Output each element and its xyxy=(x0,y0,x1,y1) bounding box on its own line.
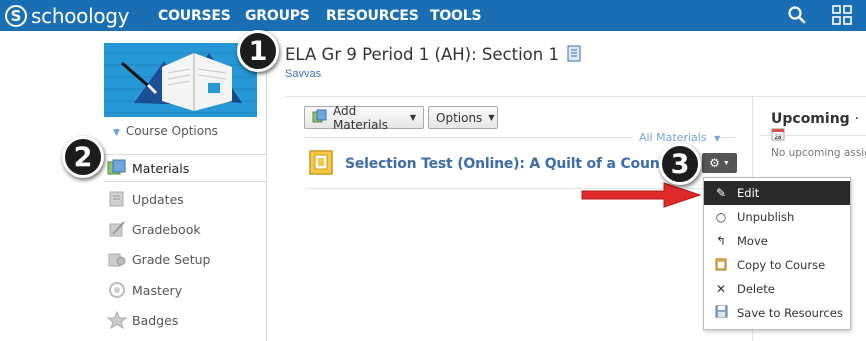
updates-icon xyxy=(107,190,127,208)
material-actions-button[interactable]: ⚙ ▼ xyxy=(702,153,737,173)
notebook-icon[interactable] xyxy=(567,45,581,66)
nav-resources[interactable]: RESOURCES xyxy=(326,8,419,24)
menu-item-label: Save to Resources xyxy=(737,306,843,320)
badges-icon xyxy=(106,310,128,330)
test-icon xyxy=(309,150,333,175)
callout-badge-3: 3 xyxy=(659,143,701,185)
options-label: Options xyxy=(436,110,483,125)
course-options-label: Course Options xyxy=(125,124,218,138)
course-subtitle-link[interactable]: Savvas xyxy=(285,68,321,80)
menu-item-edit[interactable]: ✎ Edit xyxy=(704,181,850,205)
circle-icon: ○ xyxy=(715,210,727,224)
separator-dot: · xyxy=(854,111,860,127)
grid-icon[interactable] xyxy=(832,5,852,28)
add-materials-button[interactable]: Add Materials ▼ xyxy=(304,103,424,132)
delete-icon: ✕ xyxy=(715,282,727,296)
sidebar-item-label: Badges xyxy=(132,312,179,328)
grade-setup-icon xyxy=(107,250,127,268)
add-materials-icon xyxy=(312,109,327,126)
sidebar-item-label: Materials xyxy=(132,160,190,176)
gear-icon: ⚙ xyxy=(709,156,720,170)
sidebar-item-updates[interactable]: Updates xyxy=(104,185,266,213)
sidebar-item-label: Updates xyxy=(132,191,184,207)
top-nav-bar: S schoology COURSES GROUPS RESOURCES TOO… xyxy=(0,0,866,31)
menu-item-label: Move xyxy=(737,234,768,248)
course-picture xyxy=(104,43,257,117)
options-button[interactable]: Options ▼ xyxy=(428,106,498,129)
mastery-icon xyxy=(107,281,127,299)
sidebar-item-label: Mastery xyxy=(132,282,183,298)
menu-item-label: Delete xyxy=(737,282,775,296)
save-icon xyxy=(714,305,728,321)
sidebar-divider xyxy=(266,31,267,341)
sidebar-item-gradebook[interactable]: Gradebook xyxy=(104,215,266,243)
no-upcoming-text: No upcoming assignments or events xyxy=(771,147,866,159)
upcoming-heading: Upcoming · 28 xyxy=(771,111,866,145)
caret-down-icon: ▼ xyxy=(409,113,416,122)
sidebar-item-label: Grade Setup xyxy=(132,251,211,267)
menu-item-label: Unpublish xyxy=(737,210,795,224)
menu-item-move[interactable]: ↰ Move xyxy=(704,229,850,253)
course-title: ELA Gr 9 Period 1 (AH): Section 1 xyxy=(285,45,559,64)
menu-item-delete[interactable]: ✕ Delete xyxy=(704,277,850,301)
filter-label: All Materials xyxy=(639,131,707,144)
menu-item-copy-to-course[interactable]: Copy to Course xyxy=(704,253,850,277)
caret-down-icon: ▼ xyxy=(488,113,495,122)
menu-item-label: Copy to Course xyxy=(737,258,826,272)
upcoming-divider xyxy=(760,135,866,136)
nav-tools[interactable]: TOOLS xyxy=(430,8,482,24)
sidebar-item-badges[interactable]: Badges xyxy=(104,306,266,334)
move-icon: ↰ xyxy=(715,234,727,248)
upcoming-title: Upcoming xyxy=(771,111,850,127)
menu-item-label: Edit xyxy=(737,186,760,200)
material-title-link[interactable]: Selection Test (Online): A Quilt of a Co… xyxy=(345,156,682,172)
sidebar-item-materials[interactable]: Materials xyxy=(104,154,266,182)
gradebook-icon xyxy=(107,220,127,238)
calendar-icon[interactable]: 28 xyxy=(771,127,785,145)
sidebar-item-mastery[interactable]: Mastery xyxy=(104,276,266,304)
nav-groups[interactable]: GROUPS xyxy=(245,8,310,24)
red-arrow-annotation xyxy=(580,181,702,214)
sidebar-item-label: Gradebook xyxy=(132,221,201,237)
pencil-icon: ✎ xyxy=(715,186,727,200)
page-title: ELA Gr 9 Period 1 (AH): Section 1 xyxy=(285,45,581,66)
header-divider xyxy=(285,96,866,97)
material-actions-menu: ✎ Edit ○ Unpublish ↰ Move Copy to Course… xyxy=(703,177,851,330)
nav-courses[interactable]: COURSES xyxy=(158,8,231,24)
filter-divider-left xyxy=(305,137,633,138)
caret-down-icon: ▼ xyxy=(714,134,721,143)
course-options-toggle[interactable]: ▼ Course Options xyxy=(113,124,218,138)
caret-down-icon: ▼ xyxy=(113,128,120,138)
schoology-logo[interactable]: S schoology xyxy=(5,3,130,28)
caret-down-icon: ▼ xyxy=(722,159,730,167)
sidebar-item-grade-setup[interactable]: Grade Setup xyxy=(104,245,266,273)
materials-icon xyxy=(107,159,127,177)
callout-badge-2: 2 xyxy=(62,136,104,178)
add-materials-label: Add Materials xyxy=(333,103,389,132)
menu-item-save-to-resources[interactable]: Save to Resources xyxy=(704,301,850,325)
search-icon[interactable] xyxy=(787,5,807,28)
callout-badge-1: 1 xyxy=(237,30,279,72)
menu-item-unpublish[interactable]: ○ Unpublish xyxy=(704,205,850,229)
filter-divider-right xyxy=(720,137,735,138)
logo-text: schoology xyxy=(31,3,130,28)
copy-icon xyxy=(714,257,728,274)
logo-mark: S xyxy=(5,4,27,27)
